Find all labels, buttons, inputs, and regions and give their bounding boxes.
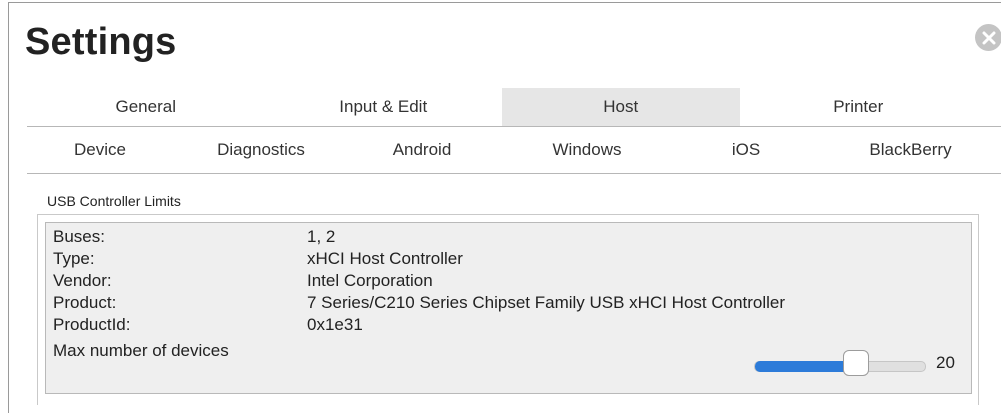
info-key: ProductId: (53, 315, 131, 334)
info-value: xHCI Host Controller (307, 249, 463, 268)
tab-android[interactable]: Android (349, 127, 495, 173)
secondary-tabs: Device Diagnostics Android Windows iOS B… (27, 127, 1001, 174)
section-title: USB Controller Limits (47, 193, 181, 209)
info-value: 0x1e31 (307, 315, 363, 334)
tab-host[interactable]: Host (502, 88, 740, 126)
primary-tabs: General Input & Edit Host Printer (27, 88, 1001, 127)
tab-device[interactable]: Device (27, 127, 173, 173)
tab-diagnostics[interactable]: Diagnostics (173, 127, 349, 173)
slider-fill (755, 361, 857, 372)
slider-thumb[interactable] (843, 350, 869, 376)
tab-printer[interactable]: Printer (740, 88, 978, 126)
close-icon (982, 31, 995, 44)
info-key: Type: (53, 249, 95, 268)
info-value: 1, 2 (307, 227, 336, 246)
max-devices-label: Max number of devices (53, 341, 229, 360)
info-key: Vendor: (53, 271, 112, 290)
max-devices-slider[interactable] (754, 361, 926, 372)
usb-controller-group: Buses: 1, 2 Type: xHCI Host Controller V… (45, 222, 972, 394)
tab-general[interactable]: General (27, 88, 265, 126)
page-title: Settings (25, 21, 177, 63)
tab-ios[interactable]: iOS (679, 127, 813, 173)
tab-input-edit[interactable]: Input & Edit (265, 88, 503, 126)
info-value: Intel Corporation (307, 271, 433, 290)
info-key: Product: (53, 293, 117, 312)
tab-windows[interactable]: Windows (495, 127, 679, 173)
info-key: Buses: (53, 227, 105, 246)
max-devices-value: 20 (936, 353, 955, 372)
tab-blackberry[interactable]: BlackBerry (813, 127, 1001, 173)
info-value: 7 Series/C210 Series Chipset Family USB … (307, 293, 786, 312)
close-button[interactable] (975, 24, 1001, 51)
